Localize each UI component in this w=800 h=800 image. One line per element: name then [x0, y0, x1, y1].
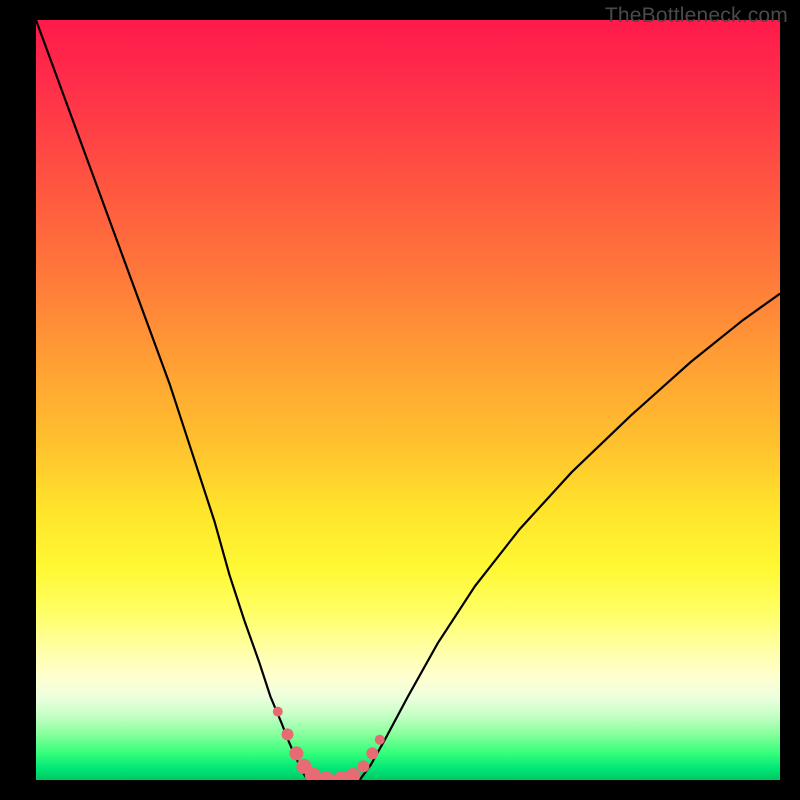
bottom-marker	[289, 746, 303, 760]
chart-stage: TheBottleneck.com	[0, 0, 800, 800]
bottom-marker	[281, 728, 293, 740]
bottom-marker	[366, 747, 378, 759]
marker-group	[273, 707, 385, 780]
bottom-marker	[273, 707, 283, 717]
bottom-marker	[345, 768, 360, 780]
marker-svg	[36, 20, 780, 780]
bottom-marker	[375, 735, 385, 745]
bottom-marker	[357, 760, 369, 772]
bottom-marker	[318, 771, 334, 780]
watermark-text: TheBottleneck.com	[605, 4, 788, 28]
plot-area	[36, 20, 780, 780]
